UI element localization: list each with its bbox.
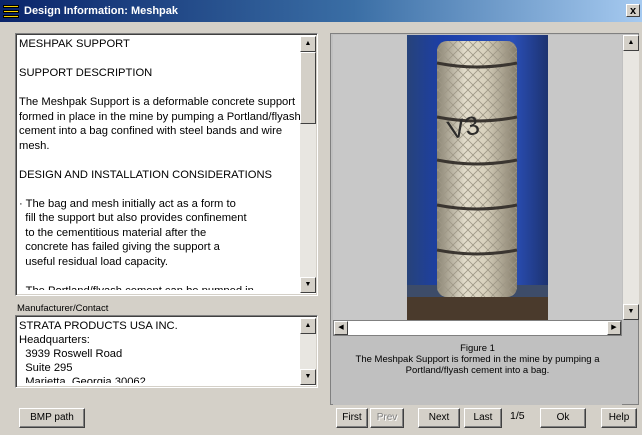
manufacturer-textarea[interactable]: STRATA PRODUCTS USA INC. Headquarters: 3… — [15, 315, 318, 388]
manufacturer-text: STRATA PRODUCTS USA INC. Headquarters: 3… — [19, 320, 178, 383]
page-indicator: 1/5 — [510, 410, 525, 422]
figure-caption: Figure 1 The Meshpak Support is formed i… — [333, 337, 622, 405]
bmp-path-button[interactable]: BMP path — [19, 408, 85, 428]
description-text: MESHPAK SUPPORT SUPPORT DESCRIPTION The … — [19, 38, 301, 290]
manufacturer-scrollbar[interactable]: ▲ ▼ — [300, 318, 316, 385]
figure-caption-title: Figure 1 — [460, 343, 495, 354]
scroll-down-arrow-icon[interactable]: ▼ — [300, 277, 316, 293]
close-button[interactable]: x — [626, 4, 640, 17]
image-vertical-scrollbar[interactable]: ▲ ▼ — [623, 35, 639, 320]
help-button[interactable]: Help — [601, 408, 637, 428]
prev-button[interactable]: Prev — [370, 408, 404, 428]
ok-button[interactable]: Ok — [540, 408, 586, 428]
next-button[interactable]: Next — [418, 408, 460, 428]
scroll-up-arrow-icon[interactable]: ▲ — [300, 36, 316, 52]
scroll-up-arrow-icon[interactable]: ▲ — [300, 318, 316, 334]
design-info-window: Design Information: Meshpak x MESHPAK SU… — [0, 0, 642, 435]
last-button[interactable]: Last — [464, 408, 502, 428]
manufacturer-label: Manufacturer/Contact — [17, 303, 109, 314]
app-icon — [3, 4, 19, 18]
first-button[interactable]: First — [336, 408, 368, 428]
scroll-right-arrow-icon[interactable]: ▶ — [607, 321, 621, 335]
window-title: Design Information: Meshpak — [24, 5, 179, 17]
description-scrollbar[interactable]: ▲ ▼ — [300, 36, 316, 293]
meshpak-figure-image: V3 — [407, 35, 548, 320]
figure-caption-text: The Meshpak Support is formed in the min… — [355, 354, 600, 376]
scroll-thumb[interactable] — [300, 52, 316, 124]
image-viewport: V3 — [333, 35, 622, 320]
scroll-left-arrow-icon[interactable]: ◀ — [334, 321, 348, 335]
scroll-up-arrow-icon[interactable]: ▲ — [623, 35, 639, 51]
image-horizontal-scrollbar[interactable]: ◀ ▶ — [333, 320, 622, 336]
description-textarea[interactable]: MESHPAK SUPPORT SUPPORT DESCRIPTION The … — [15, 33, 318, 296]
scroll-down-arrow-icon[interactable]: ▼ — [300, 369, 316, 385]
scroll-down-arrow-icon[interactable]: ▼ — [623, 304, 639, 320]
title-bar: Design Information: Meshpak x — [0, 0, 642, 22]
